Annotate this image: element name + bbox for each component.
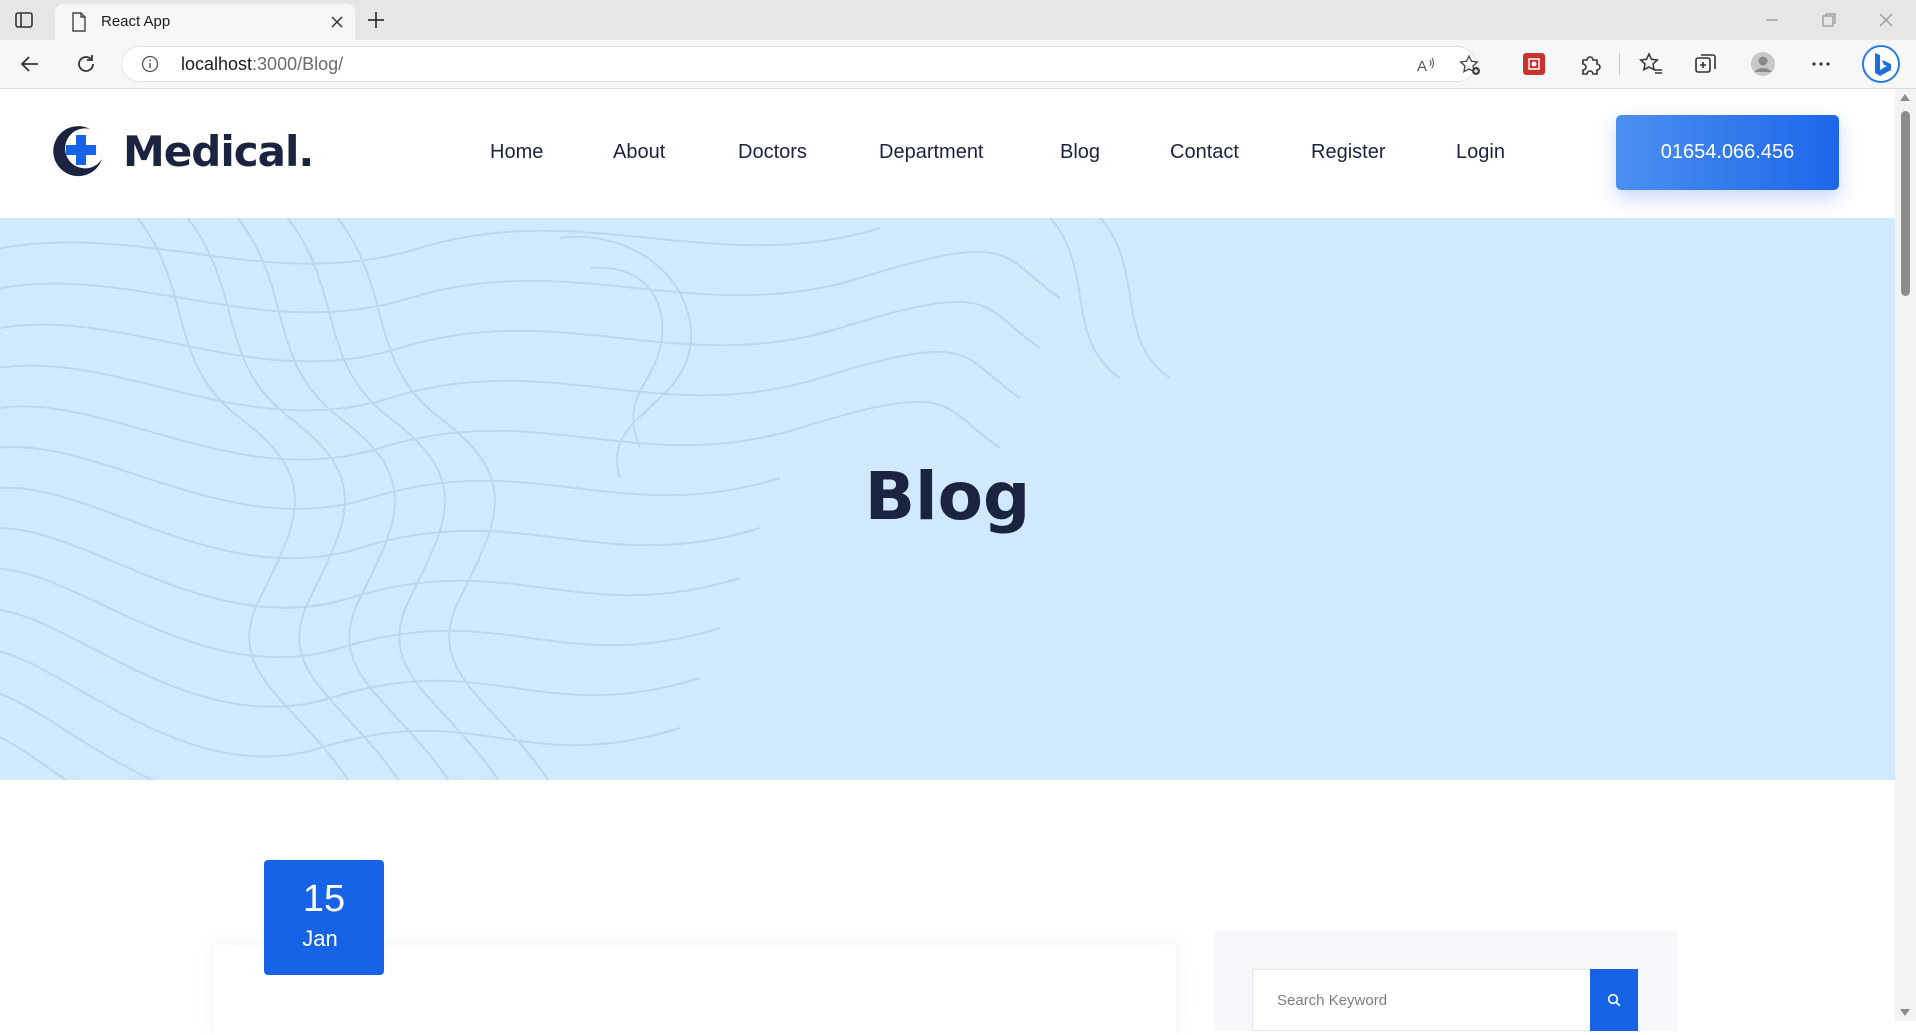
sidebar-search-widget: [1214, 931, 1678, 1031]
nav-blog[interactable]: Blog: [1060, 141, 1100, 164]
browser-toolbar: localhost:3000/Blog/ A: [0, 40, 1916, 89]
site-header: Medical. Home About Doctors Department B…: [0, 89, 1895, 218]
post-date-badge: 15 Jan: [264, 860, 384, 975]
nav-home[interactable]: Home: [490, 141, 543, 164]
post-date-day: 15: [302, 878, 346, 920]
nav-doctors[interactable]: Doctors: [738, 141, 807, 164]
browser-tab[interactable]: React App: [55, 4, 355, 40]
page-title: Blog: [864, 458, 1031, 535]
nav-contact[interactable]: Contact: [1170, 141, 1239, 164]
tab-title: React App: [101, 13, 171, 30]
new-tab-icon[interactable]: [364, 8, 388, 32]
toolbar-divider: [1619, 53, 1620, 75]
page-banner: Blog: [0, 218, 1895, 780]
close-window-icon[interactable]: [1874, 8, 1898, 32]
tab-actions-icon[interactable]: [14, 10, 34, 30]
post-date-month: Jan: [302, 926, 338, 951]
refresh-icon[interactable]: [74, 52, 98, 76]
read-aloud-icon[interactable]: A: [1415, 54, 1437, 76]
browser-tab-bar: React App: [0, 0, 1916, 40]
nav-register[interactable]: Register: [1311, 141, 1385, 164]
collections-icon[interactable]: [1693, 51, 1719, 77]
phone-button[interactable]: 01654.066.456: [1616, 115, 1839, 190]
back-icon[interactable]: [18, 52, 42, 76]
site-info-icon[interactable]: [141, 55, 159, 73]
copilot-icon[interactable]: [1861, 44, 1901, 84]
nav-department[interactable]: Department: [879, 141, 984, 164]
scroll-up-arrow-icon[interactable]: [1900, 94, 1910, 101]
search-input[interactable]: [1252, 969, 1590, 1031]
page-icon: [72, 12, 86, 32]
logo-text[interactable]: Medical.: [123, 127, 314, 176]
profile-icon[interactable]: [1750, 51, 1776, 77]
page-scrollbar[interactable]: [1895, 89, 1916, 1021]
close-tab-icon[interactable]: [329, 14, 345, 30]
add-favorite-icon[interactable]: [1459, 54, 1481, 76]
url-text: localhost:3000/Blog/: [181, 54, 344, 74]
more-options-icon[interactable]: [1808, 51, 1834, 77]
extensions-icon[interactable]: [1577, 51, 1603, 77]
restore-icon[interactable]: [1817, 8, 1841, 32]
scroll-down-arrow-icon[interactable]: [1900, 1009, 1910, 1016]
scrollbar-thumb[interactable]: [1901, 111, 1910, 296]
favorites-icon[interactable]: [1638, 51, 1664, 77]
extension-icon[interactable]: [1521, 51, 1547, 77]
svg-text:A: A: [1417, 58, 1427, 75]
search-icon: [1607, 993, 1621, 1007]
nav-about[interactable]: About: [613, 141, 665, 164]
search-button[interactable]: [1590, 969, 1638, 1031]
nav-login[interactable]: Login: [1456, 141, 1505, 164]
medical-logo-icon[interactable]: [50, 123, 106, 179]
minimize-icon[interactable]: [1760, 8, 1784, 32]
address-bar[interactable]: localhost:3000/Blog/ A: [121, 46, 1480, 82]
